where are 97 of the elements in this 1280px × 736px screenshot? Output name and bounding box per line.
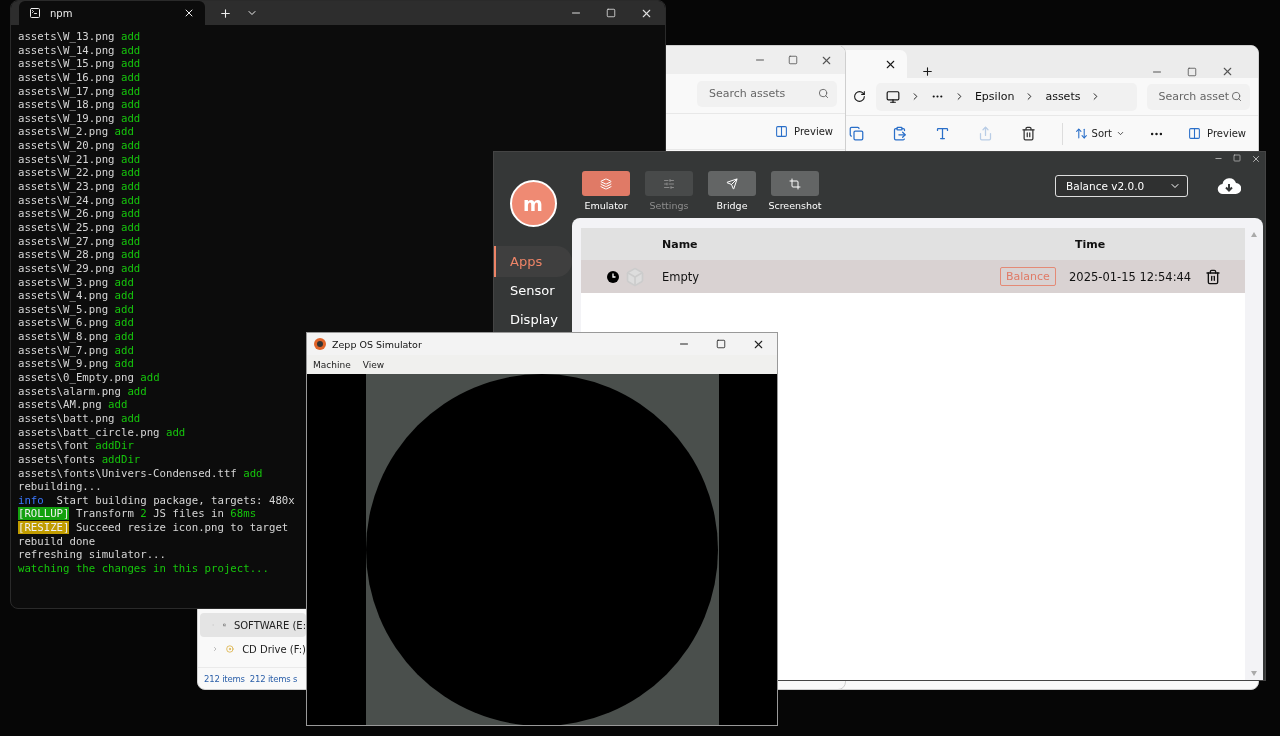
- toolbar-label: Emulator: [584, 200, 628, 211]
- terminal-line: assets\W_18.png add: [18, 98, 141, 112]
- terminal-line: assets\W_26.png add: [18, 207, 141, 221]
- sort-arrows-icon: [1074, 127, 1088, 140]
- terminal-line: assets\W_19.png add: [18, 111, 141, 126]
- address-bar[interactable]: Epsilon assets: [875, 82, 1137, 111]
- search-field[interactable]: Search assets: [697, 80, 837, 107]
- menu-item[interactable]: Machine: [313, 359, 351, 370]
- terminal-line: assets\batt.png add: [18, 411, 141, 426]
- device-tag: Balance: [1000, 267, 1056, 286]
- terminal-line: assets\W_5.png add: [18, 302, 134, 317]
- maximize-icon[interactable]: [716, 339, 726, 349]
- terminal-line: assets\W_22.png add: [18, 166, 141, 181]
- status-text: 212 items s: [249, 673, 298, 684]
- cloud-download-icon[interactable]: [1217, 177, 1241, 195]
- table-cell-text: 2025-01-15 12:54:44: [1069, 269, 1193, 284]
- terminal-line: assets\W_16.png add: [18, 70, 141, 85]
- terminal-line: assets\W_3.png add: [18, 275, 134, 290]
- terminal-line: assets\fonts\Univers-Condensed.ttf add: [18, 466, 263, 481]
- toolbar-label: Screenshot: [768, 200, 822, 211]
- refresh-icon[interactable]: [853, 90, 866, 103]
- chevron-down-icon: [1116, 129, 1126, 138]
- terminal-line: assets\W_27.png add: [18, 234, 141, 249]
- terminal-line: assets\W_23.png add: [18, 180, 141, 194]
- disc-icon: [226, 643, 235, 655]
- terminal-line: [ROLLUP] Transform 2 JS files in 68ms: [18, 507, 257, 522]
- table-cell-text: Empty: [662, 269, 701, 284]
- terminal-line: assets\font addDir: [18, 439, 134, 453]
- terminal-line: assets\W_25.png add: [18, 220, 141, 235]
- terminal-line: assets\W_21.png add: [18, 152, 141, 167]
- terminal-line: assets\W_24.png add: [18, 193, 141, 208]
- terminal-line: assets\alarm.png add: [18, 384, 147, 399]
- terminal-icon: [29, 7, 41, 19]
- terminal-line: assets\W_15.png add: [18, 57, 141, 71]
- toolbar-label: Bridge: [716, 200, 748, 211]
- search-icon: [818, 88, 829, 99]
- close-icon[interactable]: [183, 7, 195, 19]
- clock-icon: [607, 270, 619, 283]
- paper-plane-icon: [726, 177, 738, 190]
- crop-icon: [789, 177, 801, 190]
- maximize-icon[interactable]: [1187, 66, 1197, 77]
- new-tab-icon[interactable]: [921, 65, 934, 78]
- status-text: 212 items: [204, 673, 245, 684]
- sidebar-item[interactable]: Sensor: [494, 275, 572, 306]
- maximize-icon[interactable]: [788, 55, 798, 65]
- sidebar-item[interactable]: Display: [494, 304, 572, 335]
- search-icon: [1231, 91, 1242, 102]
- terminal-line: assets\W_20.png add: [18, 139, 141, 153]
- sliders-icon: [663, 177, 675, 190]
- terminal-line: assets\W_29.png add: [18, 261, 141, 276]
- column-header: Name: [662, 237, 699, 251]
- terminal-line: assets\W_13.png add: [18, 30, 141, 44]
- panel-icon: [775, 125, 789, 138]
- terminal-line: assets\0_Empty.png add: [18, 371, 160, 385]
- window-title: Zepp OS Simulator: [332, 338, 422, 350]
- sidebar-item[interactable]: Apps: [494, 246, 572, 277]
- toolbar-button[interactable]: [708, 171, 756, 196]
- terminal-line: assets\W_28.png add: [18, 248, 141, 262]
- terminal-line: assets\W_14.png add: [18, 43, 141, 58]
- terminal-line: info Start building package, targets: 480x: [18, 493, 295, 508]
- drive-item[interactable]: CD Drive (F:): [200, 637, 306, 661]
- terminal-line: assets\W_7.png add: [18, 343, 134, 358]
- new-tab-icon[interactable]: [219, 6, 232, 20]
- drive-item[interactable]: SOFTWARE (E:: [200, 613, 306, 637]
- terminal-line: assets\AM.png add: [18, 398, 128, 412]
- terminal-line: assets\W_9.png add: [18, 357, 134, 371]
- breadcrumb-item[interactable]: assets: [1045, 90, 1081, 103]
- terminal-line: rebuilding...: [18, 480, 102, 494]
- layers-icon: [600, 177, 612, 190]
- terminal-line: watching the changes in this project...: [18, 562, 269, 576]
- close-icon[interactable]: [1251, 154, 1261, 164]
- terminal-line: assets\W_8.png add: [18, 330, 134, 344]
- preview-button[interactable]: Preview: [1184, 125, 1250, 142]
- terminal-line: assets\W_6.png add: [18, 316, 134, 331]
- terminal-line: rebuild done: [18, 534, 96, 549]
- monitor-icon: [885, 89, 900, 104]
- close-icon[interactable]: [1221, 65, 1234, 78]
- terminal-tab[interactable]: npm: [19, 1, 205, 25]
- column-header: Time: [1075, 237, 1107, 251]
- toolbar-label: Settings: [649, 200, 689, 211]
- toolbar-button[interactable]: [771, 171, 819, 196]
- breadcrumb-item[interactable]: Epsilon: [974, 90, 1015, 103]
- app-logo-icon: [314, 338, 326, 350]
- panel-icon: [1188, 127, 1202, 140]
- terminal-line: assets\W_17.png add: [18, 84, 141, 99]
- menu-item[interactable]: View: [362, 359, 385, 370]
- device-select[interactable]: Balance v2.0.0: [1055, 175, 1188, 197]
- terminal-line: assets\W_4.png add: [18, 289, 134, 303]
- sort-button[interactable]: Sort: [1072, 125, 1128, 142]
- trash-icon[interactable]: [1205, 268, 1221, 285]
- preview-button[interactable]: Preview: [771, 123, 837, 140]
- terminal-line: assets\W_2.png add: [18, 125, 134, 140]
- terminal-line: [RESIZE] Succeed resize icon.png to target: [18, 521, 289, 535]
- terminal-line: assets\fonts addDir: [18, 452, 141, 467]
- search-field[interactable]: Search asset: [1146, 83, 1250, 110]
- terminal-line: assets\batt_circle.png add: [18, 425, 186, 440]
- terminal-line: refreshing simulator...: [18, 548, 166, 562]
